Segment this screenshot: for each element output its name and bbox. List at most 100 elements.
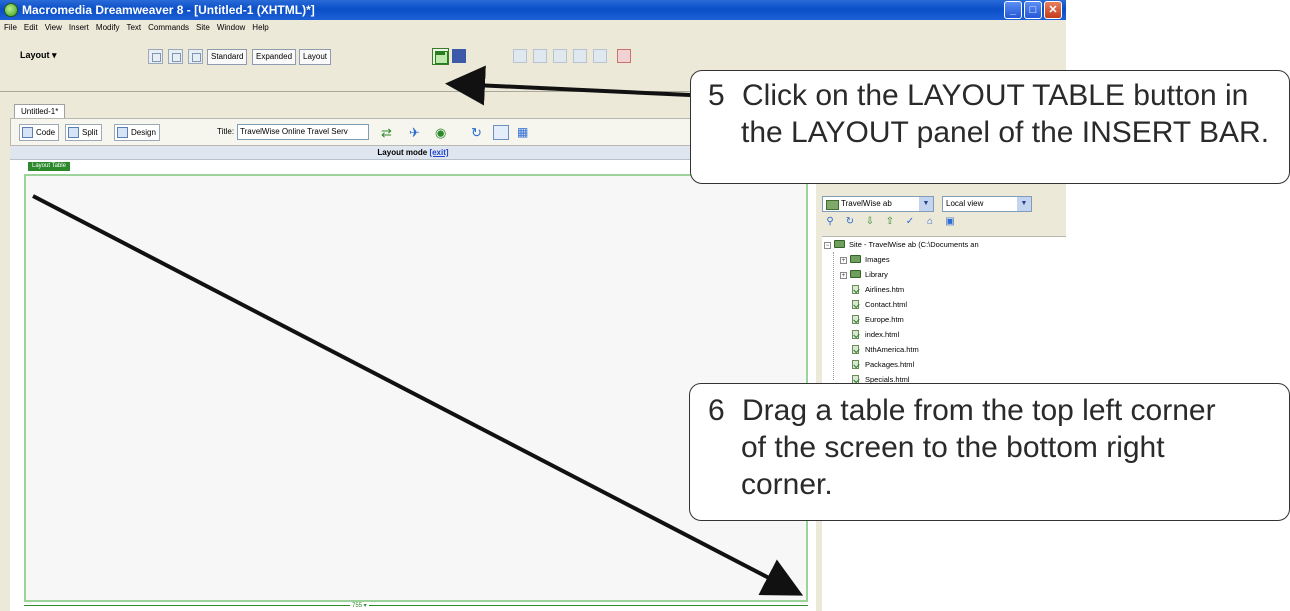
tree-file[interactable]: NthAmerica.htm — [852, 342, 919, 357]
tree-site-root[interactable]: − Site - TravelWise ab (C:\Documents an — [824, 237, 979, 252]
insert-column-left-icon[interactable] — [553, 49, 567, 63]
standard-mode-button[interactable]: Standard — [207, 49, 248, 65]
connect-icon[interactable]: ⚲ — [824, 216, 836, 228]
expand-panel-icon[interactable]: ▣ — [944, 216, 956, 228]
visual-aids-icon[interactable]: ▦ — [517, 125, 533, 140]
menu-bar: File Edit View Insert Modify Text Comman… — [0, 20, 1066, 36]
dreamweaver-app-icon — [4, 3, 18, 17]
title-label: Title: — [217, 127, 235, 136]
html-file-icon — [852, 300, 859, 309]
expanded-mode-button[interactable]: Expanded — [252, 49, 297, 65]
step-5-line-2: the LAYOUT panel of the INSERT BAR. — [741, 116, 1270, 149]
layer-icon[interactable] — [168, 49, 183, 64]
maximize-button[interactable]: □ — [1024, 1, 1042, 19]
get-files-icon[interactable]: ⇩ — [864, 216, 876, 228]
table-width-label[interactable]: 755 ▾ — [350, 602, 369, 609]
tree-label: Library — [865, 270, 888, 279]
menu-commands[interactable]: Commands — [148, 20, 189, 36]
step-6-text-1: Drag a table from the top left corner — [742, 394, 1216, 427]
design-view-label: Design — [131, 128, 156, 137]
site-name: TravelWise ab — [841, 199, 892, 208]
menu-file[interactable]: File — [4, 20, 17, 36]
insert-column-right-icon[interactable] — [573, 49, 587, 63]
exit-layout-mode-link[interactable]: [exit] — [429, 148, 448, 157]
step-6-line-2: of the screen to the bottom right — [741, 431, 1165, 464]
layout-table-tab[interactable]: Layout Table — [28, 162, 70, 171]
site-icon — [834, 240, 845, 248]
step-5-callout: 5 Click on the LAYOUT TABLE button in the… — [690, 70, 1290, 184]
menu-insert[interactable]: Insert — [69, 20, 89, 36]
tree-file[interactable]: Contact.html — [852, 297, 907, 312]
tree-file[interactable]: Europe.htm — [852, 312, 904, 327]
close-button[interactable]: ✕ — [1044, 1, 1062, 19]
preview-debug-icon[interactable]: ✈ — [409, 125, 425, 140]
tree-connector — [833, 252, 834, 380]
html-file-icon — [852, 345, 859, 354]
tree-folder-library[interactable]: + Library — [840, 267, 888, 282]
insert-row-above-icon[interactable] — [513, 49, 527, 63]
split-view-label: Split — [82, 128, 98, 137]
layout-table-button[interactable] — [432, 48, 449, 65]
html-file-icon — [852, 330, 859, 339]
globe-icon[interactable]: ◉ — [435, 125, 451, 140]
layout-mode-button[interactable]: Layout — [299, 49, 332, 65]
menu-help[interactable]: Help — [252, 20, 268, 36]
tree-label: Images — [865, 255, 890, 264]
code-view-button[interactable]: Code — [19, 124, 60, 141]
view-name: Local view — [946, 199, 984, 208]
document-tab[interactable]: Untitled-1* — [14, 104, 66, 118]
menu-site[interactable]: Site — [196, 20, 210, 36]
screenshot-stage: Macromedia Dreamweaver 8 - [Untitled-1 (… — [0, 0, 1290, 611]
view-options-icon[interactable] — [493, 125, 509, 140]
folder-icon — [850, 255, 861, 263]
check-out-icon[interactable]: ✓ — [904, 216, 916, 228]
tree-label: Contact.html — [865, 300, 908, 309]
tree-file[interactable]: Airlines.htm — [852, 282, 904, 297]
step-6-line-3: corner. — [741, 468, 833, 501]
insert-row-below-icon[interactable] — [533, 49, 547, 63]
tree-file[interactable]: index.html — [852, 327, 899, 342]
insert-category-dropdown[interactable]: Layout ▾ — [20, 50, 57, 61]
put-files-icon[interactable]: ⇧ — [884, 216, 896, 228]
table-icon[interactable] — [148, 49, 163, 64]
tag-chooser-icon[interactable] — [617, 49, 631, 63]
menu-modify[interactable]: Modify — [96, 20, 120, 36]
file-management-icon[interactable]: ⇄ — [381, 125, 397, 140]
step-5-text-1: Click on the LAYOUT TABLE button in — [742, 79, 1249, 112]
collapse-icon[interactable]: − — [824, 242, 831, 249]
refresh-icon[interactable]: ↻ — [844, 216, 856, 228]
tree-folder-images[interactable]: + Images — [840, 252, 890, 267]
tree-label: Europe.htm — [865, 315, 904, 324]
html-file-icon — [852, 315, 859, 324]
expand-icon[interactable]: + — [840, 257, 847, 264]
step-6-number: 6 — [708, 394, 725, 427]
page-title-input[interactable]: TravelWise Online Travel Serv — [237, 124, 369, 140]
window-title: Macromedia Dreamweaver 8 - [Untitled-1 (… — [22, 3, 315, 17]
menu-edit[interactable]: Edit — [24, 20, 38, 36]
refresh-icon[interactable]: ↻ — [471, 125, 487, 140]
frames-icon[interactable] — [188, 49, 203, 64]
menu-window[interactable]: Window — [217, 20, 245, 36]
tree-file[interactable]: Packages.html — [852, 357, 914, 372]
html-file-icon — [852, 360, 859, 369]
step-5-number: 5 — [708, 79, 725, 112]
files-panel-toolbar: ⚲ ↻ ⇩ ⇧ ✓ ⌂ ▣ — [822, 216, 1062, 232]
frames-menu-icon[interactable] — [593, 49, 607, 63]
menu-text[interactable]: Text — [126, 20, 141, 36]
title-bar: Macromedia Dreamweaver 8 - [Untitled-1 (… — [0, 0, 1066, 20]
design-view-button[interactable]: Design — [114, 124, 160, 141]
split-view-button[interactable]: Split — [65, 124, 102, 141]
table-width-rule — [24, 605, 808, 606]
draw-layout-cell-button[interactable] — [452, 49, 466, 63]
layout-mode-label: Layout mode — [377, 148, 428, 157]
step-5-line-1: 5 Click on the LAYOUT TABLE button in — [708, 77, 1289, 114]
check-in-icon[interactable]: ⌂ — [924, 216, 936, 228]
menu-view[interactable]: View — [45, 20, 62, 36]
expand-icon[interactable]: + — [840, 272, 847, 279]
minimize-button[interactable]: _ — [1004, 1, 1022, 19]
site-dropdown[interactable]: TravelWise ab ▼ — [822, 196, 934, 212]
view-dropdown[interactable]: Local view ▼ — [942, 196, 1032, 212]
code-view-icon — [22, 127, 33, 138]
chevron-down-icon: ▼ — [919, 197, 933, 211]
tree-label: index.html — [865, 330, 900, 339]
